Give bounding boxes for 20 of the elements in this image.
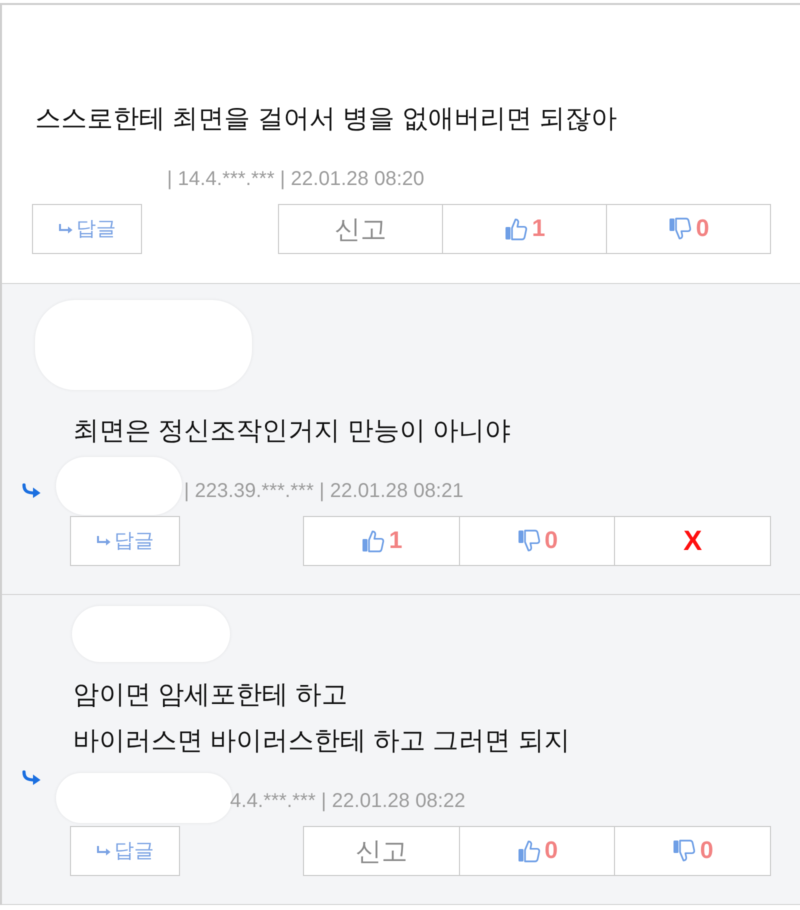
reply-arrow-icon (22, 482, 42, 498)
comment-text: 최면은 정신조작인거지 만능이 아니야 (73, 414, 512, 447)
reply-button[interactable]: 답글 (32, 204, 142, 254)
comment-text: 스스로한테 최면을 걸어서 병을 없애버리면 되잖아 (35, 102, 618, 135)
comment-text: 암이면 암세포한테 하고 바이러스면 바이러스한테 하고 그러면 되지 (73, 678, 571, 757)
thumbs-up-icon (504, 217, 528, 241)
reply-arrow-icon (96, 845, 112, 857)
thumbs-down-icon (668, 217, 692, 241)
thumbs-up-icon (516, 839, 541, 863)
thumbs-down-icon (672, 839, 696, 863)
reply-arrow-icon (58, 223, 74, 235)
reply-arrow-icon (22, 770, 42, 786)
comment-meta: | 14.4.***.*** | 22.01.28 08:20 (167, 167, 424, 192)
comment-meta: | 223.39.***.*** | 22.01.28 08:21 (184, 479, 464, 504)
thumbs-down-icon (516, 529, 541, 553)
reply-button[interactable]: 답글 (70, 516, 180, 566)
reply-button[interactable]: 답글 (70, 826, 180, 876)
comment-meta: 4.4.***.*** | 22.01.28 08:22 (230, 789, 466, 814)
thumbs-up-icon (361, 529, 386, 553)
reply-arrow-icon (96, 535, 112, 547)
